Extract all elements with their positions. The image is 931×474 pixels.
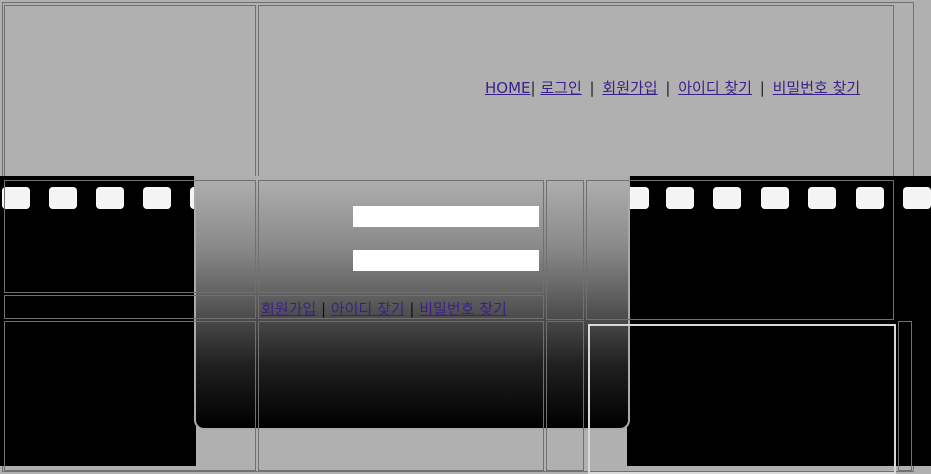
password-input[interactable] <box>353 250 539 271</box>
grid-cell <box>586 180 894 320</box>
grid-cell <box>258 321 544 471</box>
grid-cell <box>546 321 584 471</box>
home-link[interactable]: HOME <box>485 79 531 97</box>
login-links: 회원가입 | 아이디 찾기 | 비밀번호 찾기 <box>261 298 507 319</box>
nav-separator: | <box>530 79 536 97</box>
username-input[interactable] <box>353 206 539 227</box>
login-link[interactable]: 로그인 <box>540 79 581 97</box>
grid-cell <box>546 180 584 320</box>
link-separator: | <box>320 300 327 318</box>
nav-separator: | <box>665 79 671 97</box>
find-password-link[interactable]: 비밀번호 찾기 <box>419 300 507 318</box>
grid-cell <box>898 321 912 471</box>
grid-cell <box>588 324 896 474</box>
join-link[interactable]: 회원가입 <box>602 79 657 97</box>
nav-separator: | <box>589 79 595 97</box>
grid-cell <box>258 180 544 293</box>
header-left-cell <box>4 5 256 178</box>
grid-cell <box>4 295 256 319</box>
top-nav: HOME| 로그인 | 회원가입 | 아이디 찾기 | 비밀번호 찾기 <box>485 77 860 98</box>
find-password-link[interactable]: 비밀번호 찾기 <box>773 79 861 97</box>
nav-separator: | <box>759 79 765 97</box>
find-id-link[interactable]: 아이디 찾기 <box>678 79 752 97</box>
join-link[interactable]: 회원가입 <box>261 300 316 318</box>
find-id-link[interactable]: 아이디 찾기 <box>331 300 405 318</box>
grid-cell <box>4 180 256 293</box>
grid-cell <box>4 321 256 471</box>
link-separator: | <box>409 300 415 318</box>
film-hole <box>903 187 931 209</box>
